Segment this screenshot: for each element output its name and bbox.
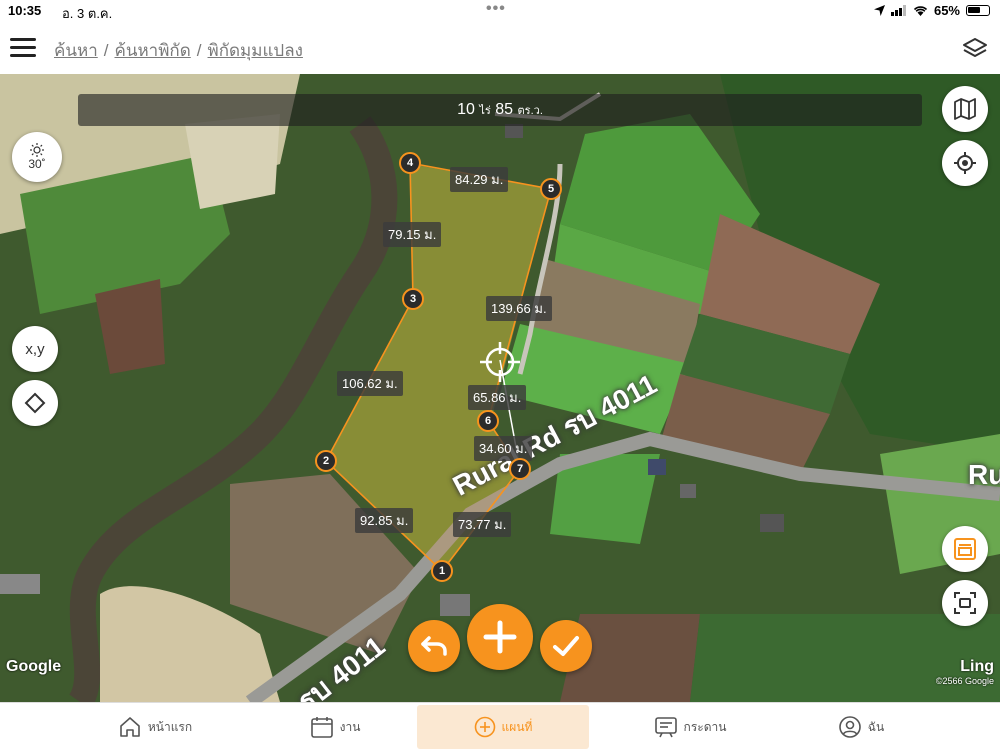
check-icon [553,636,579,656]
breadcrumb-search-coordinate[interactable]: ค้นหาพิกัด [114,41,190,60]
segment-label-center-6: 65.86 ม. [468,385,527,410]
xy-coordinate-button[interactable]: x,y [12,326,58,372]
tab-map[interactable]: แผนที่ [417,705,589,749]
diamond-icon [24,392,46,414]
sun-angle-button[interactable]: 30˚ [12,132,62,182]
board-icon [654,717,677,738]
undo-icon [421,636,447,656]
vertex-marker[interactable]: 3 [402,288,424,310]
home-icon [120,717,140,737]
satellite-map[interactable]: 10 ไร่ 85 ตร.ว. 30˚ x,y Rural Rd รบ 4011… [0,74,1000,702]
undo-button[interactable] [408,620,460,672]
breadcrumb-search[interactable]: ค้นหา [54,41,98,60]
map-icon [954,98,976,120]
status-bar: 10:35 อ. 3 ต.ค. ••• 65% [0,0,1000,22]
sun-angle-label: 30˚ [28,157,46,171]
segment-label-4-5: 84.29 ม. [450,167,509,192]
segment-label-2-3: 106.62 ม. [337,371,403,396]
crosshair-icon [954,152,976,174]
segment-label-6-7: 34.60 ม. [474,436,533,461]
map-attribution: Ling ©2566 Google [936,658,994,686]
confirm-button[interactable] [540,620,592,672]
tab-tasks[interactable]: งาน [290,703,380,750]
copyright-text: ©2566 Google [935,676,994,686]
sun-icon [30,143,44,157]
tab-map-label: แผนที่ [501,719,533,734]
plus-circle-icon [474,716,495,738]
area-rai-unit: ไร่ [479,105,491,117]
tab-home[interactable]: หน้าแรก [100,703,210,750]
rotate-button[interactable] [12,380,58,426]
area-wa-unit: ตร.ว. [517,105,543,117]
road-label-ru: Ru [968,459,1000,490]
status-date: อ. 3 ต.ค. [62,6,113,21]
status-time: 10:35 [8,3,42,18]
area-wa-value: 85 [495,101,514,118]
tab-board-label: กระดาน [683,719,727,734]
tab-me[interactable]: ฉัน [826,703,896,750]
area-summary: 10 ไร่ 85 ตร.ว. [78,94,922,126]
map-type-button[interactable] [942,86,988,132]
scan-frame-icon [954,592,976,614]
menu-icon[interactable] [10,38,36,58]
vertex-marker[interactable]: 1 [431,560,453,582]
google-logo: Google [6,658,62,675]
segment-label-7-1: 73.77 ม. [453,512,512,537]
report-icon [954,538,976,560]
area-rai-value: 10 [457,101,475,118]
tab-bar: หน้าแรก งาน แผนที่ กระดาน ฉัน [0,702,1000,750]
signal-icon [890,5,906,16]
location-arrow-icon [873,5,885,16]
vertex-marker[interactable]: 4 [399,152,421,174]
imagery-provider: Ling [960,658,994,675]
vertex-marker[interactable]: 6 [477,410,499,432]
center-crosshair-icon [480,342,520,382]
layers-icon[interactable] [962,36,988,60]
battery-percent: 65% [933,3,960,18]
battery-icon [966,5,990,16]
report-button[interactable] [942,526,988,572]
calendar-icon [310,717,333,738]
add-point-button[interactable] [467,604,533,670]
segment-label-3-4: 79.15 ม. [383,222,442,247]
tab-tasks-label: งาน [339,719,361,734]
tab-me-label: ฉัน [867,719,885,734]
breadcrumb-separator: / [196,41,202,60]
vertex-marker[interactable]: 2 [315,450,337,472]
user-icon [838,716,861,738]
breadcrumb-corner-coordinate[interactable]: พิกัดมุมแปลง [208,41,303,60]
top-bar: ค้นหา / ค้นหาพิกัด / พิกัดมุมแปลง [0,22,1000,74]
current-location-button[interactable] [942,140,988,186]
tab-home-label: หน้าแรก [147,719,193,734]
screenshot-button[interactable] [942,580,988,626]
multitask-dots-icon[interactable]: ••• [486,0,506,18]
wifi-icon [913,6,928,16]
breadcrumb-separator: / [103,41,109,60]
vertex-marker[interactable]: 5 [540,178,562,200]
segment-label-5-6: 139.66 ม. [486,296,552,321]
segment-label-1-2: 92.85 ม. [355,508,414,533]
xy-label: x,y [25,340,45,358]
plus-icon [483,620,517,654]
tab-board[interactable]: กระดาน [640,703,740,750]
vertex-marker[interactable]: 7 [509,458,531,480]
breadcrumb: ค้นหา / ค้นหาพิกัด / พิกัดมุมแปลง [54,37,303,64]
